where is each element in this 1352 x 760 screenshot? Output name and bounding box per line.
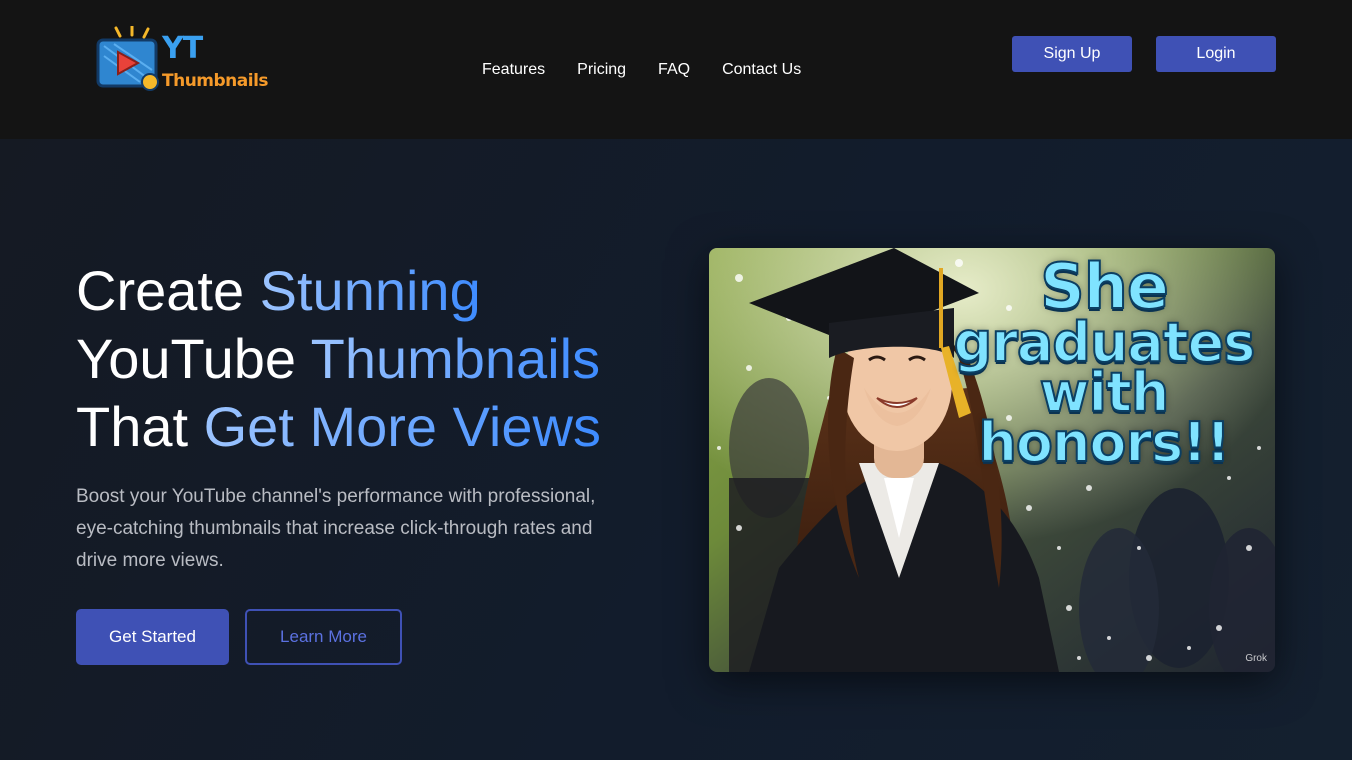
nav-pricing[interactable]: Pricing (577, 60, 626, 80)
tv-play-icon (96, 24, 159, 91)
hero-title-line: YouTube Thumbnails (76, 327, 600, 390)
nav-faq[interactable]: FAQ (658, 60, 690, 80)
hero-title-highlight: Stunning (259, 259, 481, 322)
watermark-text: Grok (1245, 653, 1267, 664)
hero-title-highlight: Get More Views (203, 395, 601, 458)
hero-title-plain: YouTube (76, 327, 311, 390)
logo-text-yt: YT (162, 31, 203, 66)
hero-title-plain: Create (76, 259, 260, 322)
sign-up-button[interactable]: Sign Up (1012, 36, 1132, 72)
hero-title: Create Stunning YouTube Thumbnails That … (76, 257, 696, 461)
hero-title-plain: That (76, 395, 204, 458)
login-button[interactable]: Login (1156, 36, 1276, 72)
main-nav: Features Pricing FAQ Contact Us (482, 60, 801, 80)
logo-text-thumbnails: Thumbnails (162, 71, 269, 91)
hero-section: Create Stunning YouTube Thumbnails That … (0, 139, 1352, 760)
example-thumbnail-image: She graduates with honors!! Grok (709, 248, 1275, 672)
thumbnail-caption-line: honors!! (977, 411, 1231, 474)
get-started-button[interactable]: Get Started (76, 609, 229, 665)
learn-more-button[interactable]: Learn More (245, 609, 402, 665)
hero-title-line: Create Stunning (76, 259, 481, 322)
hero-title-line: That Get More Views (76, 395, 601, 458)
thumbnail-caption: She graduates with honors!! (939, 250, 1269, 474)
nav-contact-us[interactable]: Contact Us (722, 60, 801, 80)
hero-subtitle: Boost your YouTube channel's performance… (76, 486, 596, 571)
nav-features[interactable]: Features (482, 60, 545, 80)
site-header: YT Thumbnails Features Pricing FAQ Conta… (0, 0, 1352, 139)
thumbnail-caption-line: She (1039, 250, 1170, 323)
brand-logo[interactable]: YT Thumbnails (96, 24, 269, 92)
hero-title-highlight: Thumbnails (310, 327, 601, 390)
